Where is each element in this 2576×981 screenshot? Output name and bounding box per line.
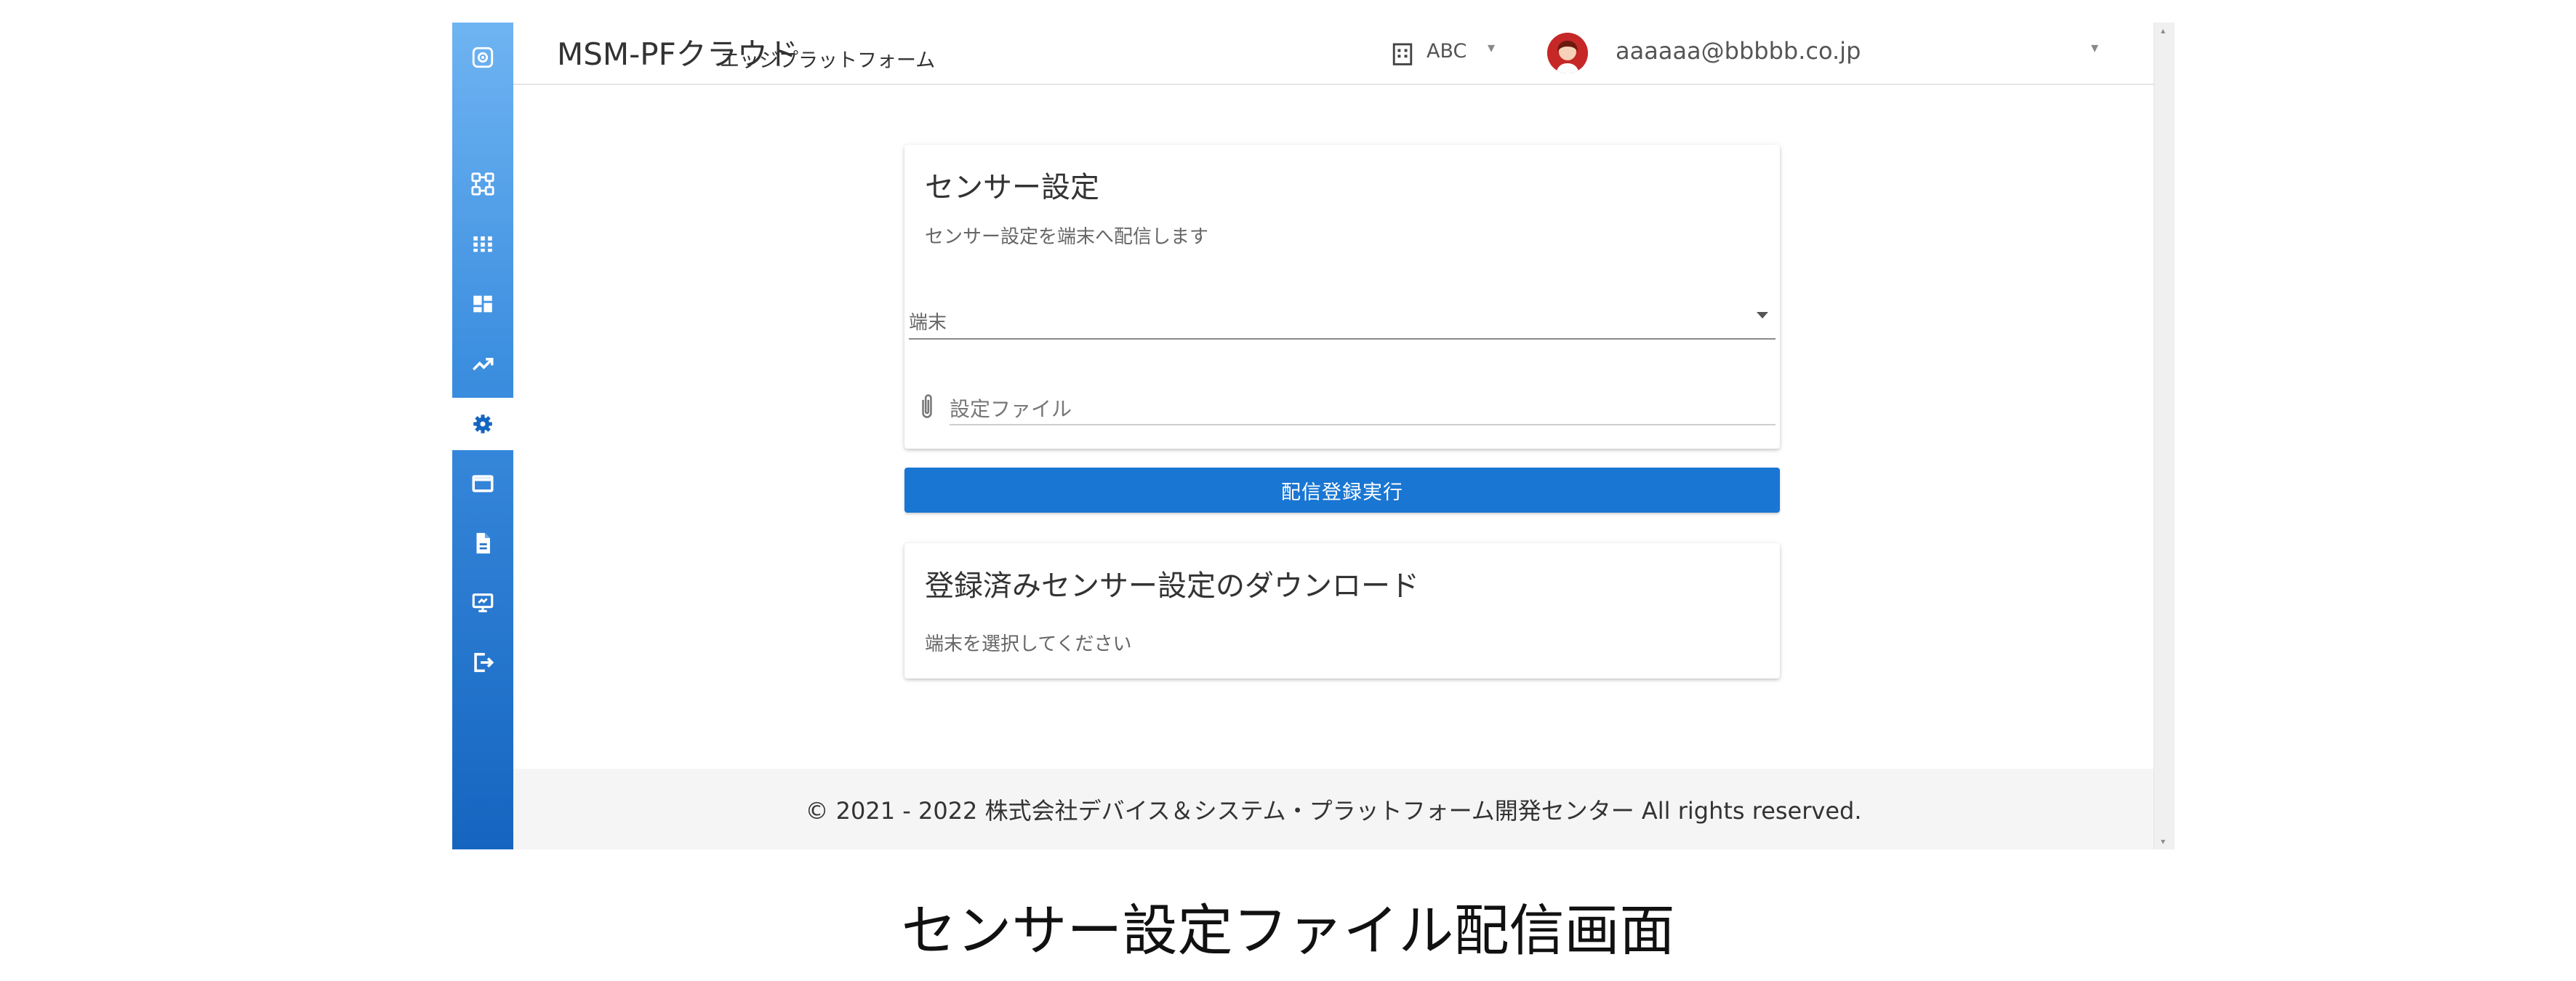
- apps-grid-icon[interactable]: [452, 217, 513, 270]
- dashboard-icon[interactable]: [452, 278, 513, 330]
- download-card: 登録済みセンサー設定のダウンロード 端末を選択してください: [904, 543, 1780, 678]
- device-select[interactable]: 端末: [909, 305, 1775, 340]
- device-select-label: 端末: [909, 312, 947, 334]
- logout-icon[interactable]: [452, 636, 513, 689]
- file-icon[interactable]: [452, 517, 513, 569]
- vertical-scrollbar[interactable]: ▴ ▾: [2154, 23, 2175, 849]
- user-menu-chevron-down-icon[interactable]: ▾: [2091, 39, 2098, 56]
- app-subtitle: エッジプラットフォーム: [720, 49, 936, 72]
- paperclip-icon[interactable]: [918, 392, 936, 421]
- scroll-down-icon[interactable]: ▾: [2161, 836, 2165, 846]
- building-icon: [1392, 43, 1413, 65]
- device-network-icon[interactable]: [452, 158, 513, 210]
- submit-delivery-button[interactable]: 配信登録実行: [904, 468, 1780, 513]
- footer-copyright: © 2021 - 2022 株式会社デバイス＆システム・プラットフォーム開発セン…: [805, 796, 1862, 825]
- main-content: MSM-PFクラウド エッジプラットフォーム ABC ▾ aaaaaa@bbbb…: [513, 23, 2154, 849]
- sensor-settings-description: センサー設定を端末へ配信します: [925, 226, 1209, 248]
- footer: © 2021 - 2022 株式会社デバイス＆システム・プラットフォーム開発セン…: [513, 769, 2154, 849]
- app-header: MSM-PFクラウド エッジプラットフォーム ABC ▾ aaaaaa@bbbb…: [513, 23, 2154, 85]
- scroll-up-icon[interactable]: ▴: [2161, 25, 2165, 36]
- user-email[interactable]: aaaaaa@bbbbb.co.jp: [1616, 37, 1861, 65]
- avatar[interactable]: [1547, 33, 1588, 73]
- sidebar: [452, 23, 513, 849]
- settings-file-input[interactable]: 設定ファイル: [950, 386, 1775, 425]
- app-window: MSM-PFクラウド エッジプラットフォーム ABC ▾ aaaaaa@bbbb…: [452, 23, 2175, 849]
- screen-caption: センサー設定ファイル配信画面: [901, 898, 1675, 963]
- monitor-icon[interactable]: [452, 577, 513, 629]
- tenant-selector[interactable]: ABC: [1427, 40, 1466, 63]
- download-title: 登録済みセンサー設定のダウンロード: [925, 569, 1419, 603]
- settings-file-label: 設定ファイル: [950, 397, 1072, 421]
- settings-icon[interactable]: [452, 398, 513, 450]
- trending-up-icon[interactable]: [452, 338, 513, 391]
- window-icon[interactable]: [452, 457, 513, 510]
- logo-icon[interactable]: [452, 31, 513, 84]
- tenant-chevron-down-icon[interactable]: ▾: [1488, 39, 1495, 56]
- download-message: 端末を選択してください: [925, 633, 1132, 655]
- dropdown-arrow-icon[interactable]: [1757, 312, 1768, 319]
- sensor-settings-card: センサー設定 センサー設定を端末へ配信します 端末 設定ファイル: [904, 145, 1780, 449]
- sensor-settings-title: センサー設定: [925, 171, 1099, 204]
